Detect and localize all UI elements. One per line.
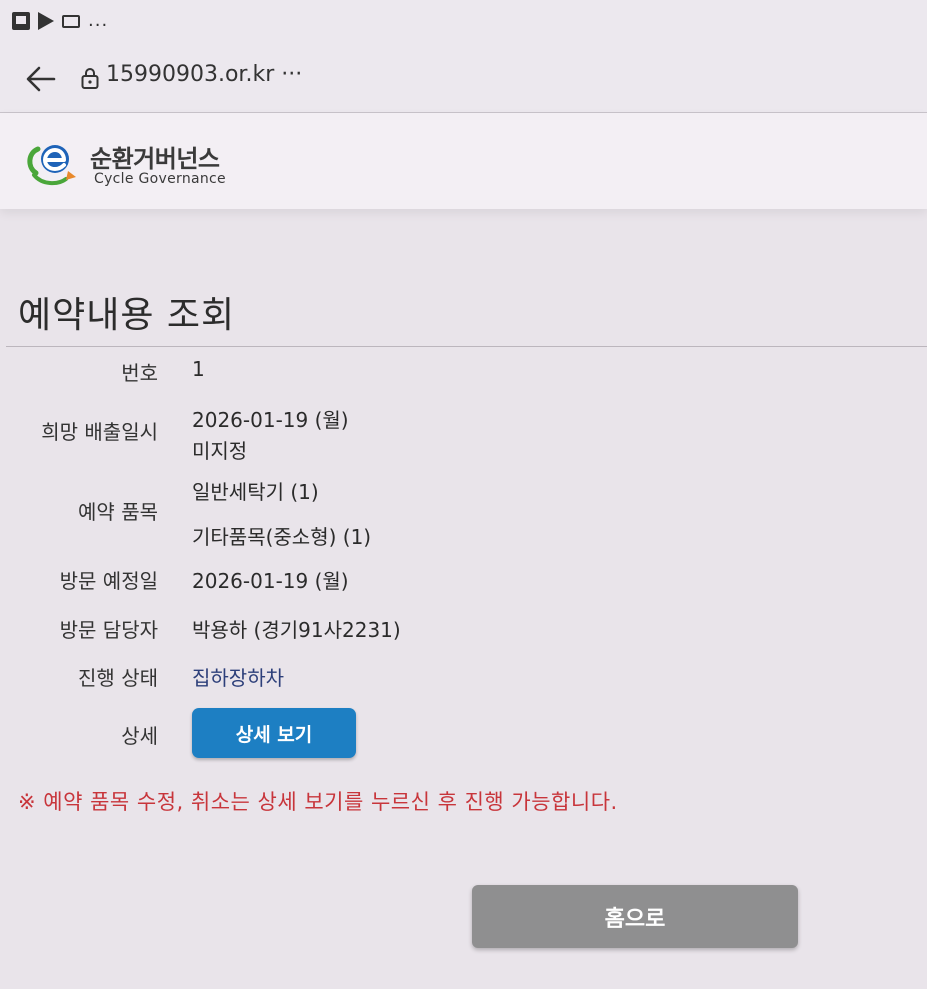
- value-desired-date: 2026-01-19 (월) 미지정: [192, 404, 349, 464]
- browser-address-bar: 15990903.or.kr ···: [0, 44, 927, 113]
- label-desired-date: 희망 배출일시: [41, 420, 158, 444]
- view-detail-button[interactable]: 상세 보기: [192, 708, 356, 758]
- device-status-bar: ...: [0, 0, 927, 44]
- back-arrow-icon[interactable]: [24, 62, 58, 96]
- home-button[interactable]: 홈으로: [472, 885, 798, 948]
- value-number: 1: [192, 357, 205, 381]
- status-badge: 집하장하차: [192, 666, 284, 690]
- site-name-english: Cycle Governance: [94, 171, 226, 187]
- mail-icon: [62, 14, 80, 28]
- value-visitor: 박용하 (경기91사2231): [192, 618, 401, 642]
- more-notifications: ...: [88, 10, 109, 31]
- label-detail: 상세: [121, 724, 158, 748]
- value-desired-date-line1: 2026-01-19 (월): [192, 408, 349, 432]
- label-visit-date: 방문 예정일: [59, 569, 158, 593]
- label-status: 진행 상태: [78, 666, 158, 690]
- cycle-governance-logo-icon[interactable]: [24, 135, 86, 187]
- value-visit-date: 2026-01-19 (월): [192, 569, 349, 593]
- lock-icon: [81, 68, 99, 89]
- page-title: 예약내용 조회: [18, 295, 236, 337]
- label-number: 번호: [121, 361, 158, 385]
- site-header: 순환거버넌스 Cycle Governance: [0, 113, 927, 209]
- value-desired-date-line2: 미지정: [192, 439, 248, 463]
- label-items: 예약 품목: [78, 500, 158, 524]
- notice-text: ※ 예약 품목 수정, 취소는 상세 보기를 누르신 후 진행 가능합니다.: [18, 790, 618, 814]
- value-items-line2: 기타품목(중소형) (1): [192, 525, 372, 549]
- value-items: 일반세탁기 (1) 기타품목(중소형) (1): [192, 476, 371, 550]
- gallery-icon: [12, 12, 30, 30]
- title-divider: [6, 346, 927, 347]
- value-items-line1: 일반세탁기 (1): [192, 480, 319, 504]
- label-visitor: 방문 담당자: [59, 618, 158, 642]
- play-icon: [38, 12, 54, 30]
- url-text[interactable]: 15990903.or.kr ···: [106, 62, 302, 87]
- site-name-korean: 순환거버넌스: [90, 145, 220, 173]
